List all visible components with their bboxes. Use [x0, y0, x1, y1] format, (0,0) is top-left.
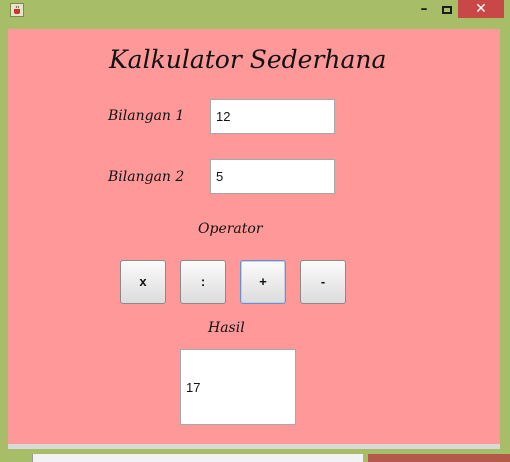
divide-button[interactable]: : — [180, 260, 226, 304]
calculator-panel: Kalkulator Sederhana Bilangan 1 12 Bilan… — [8, 29, 500, 444]
operator-label: Operator — [198, 221, 263, 237]
maximize-button[interactable] — [436, 0, 458, 18]
app-title: Kalkulator Sederhana — [109, 45, 387, 74]
background-desktop — [0, 449, 510, 462]
minimize-icon: – — [420, 1, 428, 17]
background-window — [32, 454, 363, 462]
java-coffee-icon — [10, 3, 24, 17]
background-window-red — [368, 454, 510, 462]
close-button[interactable]: ✕ — [458, 0, 504, 18]
hasil-label: Hasil — [208, 320, 245, 336]
bilangan-2-label: Bilangan 2 — [108, 169, 185, 185]
minimize-button[interactable]: – — [412, 0, 436, 18]
hasil-output[interactable]: 17 — [180, 349, 296, 425]
subtract-button[interactable]: - — [300, 260, 346, 304]
multiply-button[interactable]: x — [120, 260, 166, 304]
maximize-icon — [442, 6, 452, 14]
bilangan-1-label: Bilangan 1 — [108, 108, 185, 124]
add-button[interactable]: + — [240, 260, 286, 304]
close-icon: ✕ — [475, 1, 487, 17]
bilangan-2-input[interactable]: 5 — [210, 159, 335, 194]
title-bar[interactable]: – ✕ — [0, 0, 510, 22]
bilangan-1-input[interactable]: 12 — [210, 99, 335, 134]
